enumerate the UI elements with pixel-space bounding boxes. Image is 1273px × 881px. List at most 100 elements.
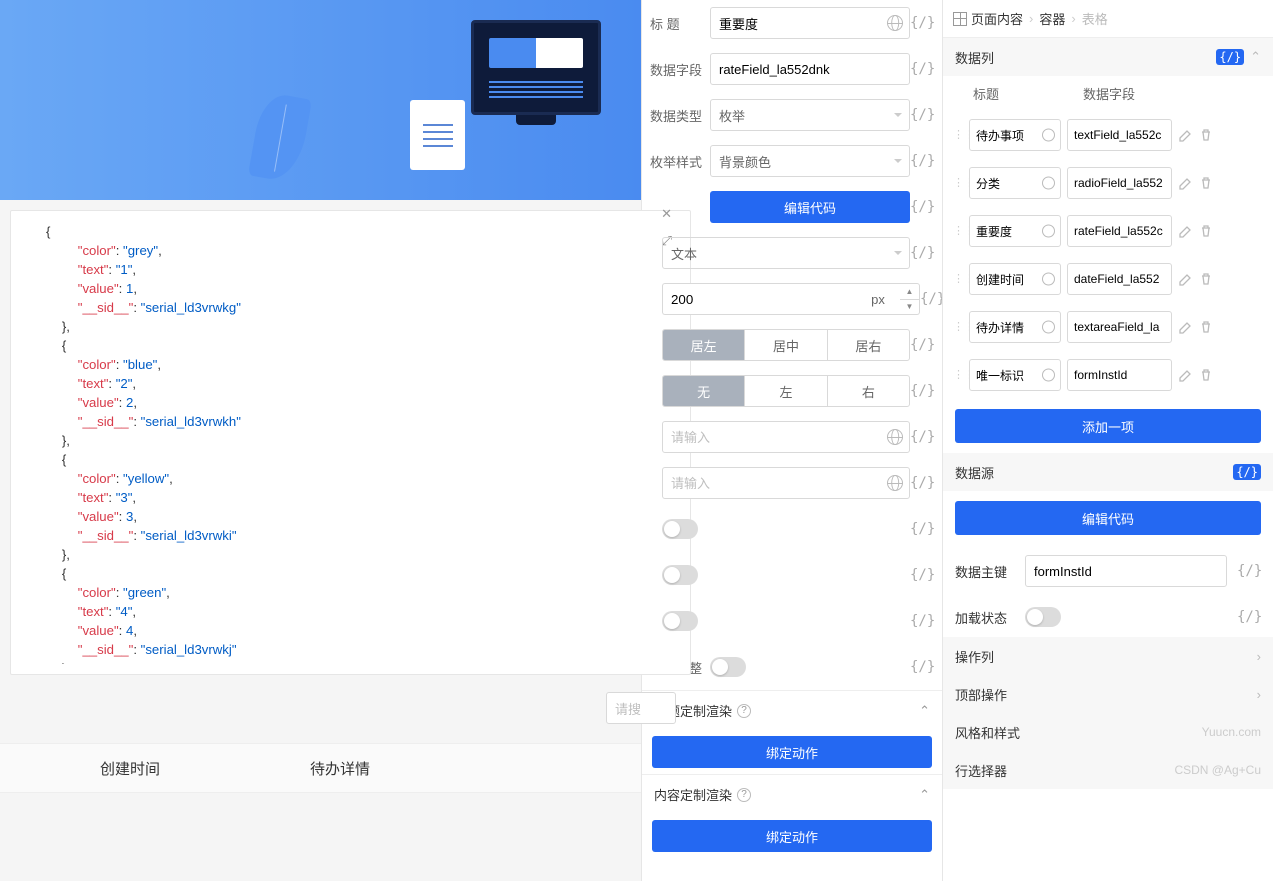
- table-search-input[interactable]: 请搜: [606, 692, 676, 724]
- edit-icon[interactable]: [1178, 175, 1194, 191]
- data-field-input[interactable]: [710, 53, 910, 85]
- stepper-down-icon[interactable]: ▼: [900, 300, 919, 315]
- col-field-input[interactable]: [1067, 215, 1172, 247]
- section-content-render[interactable]: 内容定制渲染 ? ⌃: [642, 774, 942, 814]
- edit-icon[interactable]: [1178, 223, 1194, 239]
- fx-toggle[interactable]: {/}: [910, 61, 934, 77]
- col-width-toggle[interactable]: [710, 657, 746, 677]
- col-header-created: 创建时间: [100, 758, 160, 779]
- globe-icon[interactable]: [1042, 129, 1055, 142]
- edit-icon[interactable]: [1178, 271, 1194, 287]
- pk-input[interactable]: [1025, 555, 1227, 587]
- section-title-render[interactable]: 标题定制渲染 ? ⌃: [642, 690, 942, 730]
- delete-icon[interactable]: [1198, 223, 1214, 239]
- bind-action-button-2[interactable]: 绑定动作: [652, 820, 932, 852]
- align-left[interactable]: 居左: [663, 330, 745, 360]
- fx-toggle[interactable]: {/}: [910, 659, 934, 675]
- fx-toggle[interactable]: {/}: [910, 15, 934, 31]
- toggle-1[interactable]: [662, 519, 698, 539]
- row-selector-section[interactable]: 行选择器 CSDN @Ag+Cu: [943, 751, 1273, 789]
- fx-toggle[interactable]: {/}: [910, 521, 934, 537]
- width-input[interactable]: px ▲▼: [662, 283, 920, 315]
- fx-toggle[interactable]: {/}: [910, 567, 934, 583]
- fx-toggle[interactable]: {/}: [910, 475, 934, 491]
- help-icon[interactable]: ?: [737, 788, 751, 802]
- delete-icon[interactable]: [1198, 271, 1214, 287]
- style-section[interactable]: 风格和样式 Yuucn.com: [943, 713, 1273, 751]
- text-type-select[interactable]: 文本: [662, 237, 910, 269]
- breadcrumb-container[interactable]: 容器: [1039, 9, 1065, 28]
- globe-icon[interactable]: [1042, 321, 1055, 334]
- globe-icon[interactable]: [887, 429, 903, 445]
- globe-icon[interactable]: [1042, 369, 1055, 382]
- top-op-section[interactable]: 顶部操作›: [943, 675, 1273, 713]
- chevron-down-icon: [894, 113, 902, 121]
- fx-toggle[interactable]: {/}: [910, 153, 934, 169]
- data-type-select[interactable]: 枚举: [710, 99, 910, 131]
- lock-segment[interactable]: 无 左 右: [662, 375, 910, 407]
- enum-style-select[interactable]: 背景颜色: [710, 145, 910, 177]
- lock-left[interactable]: 左: [745, 376, 827, 406]
- fx-toggle[interactable]: {/}: [1237, 563, 1261, 579]
- title-input[interactable]: [710, 7, 910, 39]
- align-right[interactable]: 居右: [828, 330, 909, 360]
- drag-handle-icon[interactable]: ⋮⋮: [953, 372, 963, 378]
- fx-chip[interactable]: {/}: [1233, 464, 1261, 480]
- op-col-section[interactable]: 操作列›: [943, 637, 1273, 675]
- fx-toggle[interactable]: {/}: [910, 199, 934, 215]
- col-field-input[interactable]: [1067, 119, 1172, 151]
- delete-icon[interactable]: [1198, 127, 1214, 143]
- globe-icon[interactable]: [1042, 177, 1055, 190]
- edit-icon[interactable]: [1178, 127, 1194, 143]
- align-center[interactable]: 居中: [745, 330, 827, 360]
- unit-selector[interactable]: px: [856, 283, 900, 315]
- fx-toggle[interactable]: {/}: [910, 245, 934, 261]
- edit-code-button-2[interactable]: 编辑代码: [955, 501, 1261, 535]
- fx-toggle[interactable]: {/}: [910, 107, 934, 123]
- edit-icon[interactable]: [1178, 319, 1194, 335]
- lock-right[interactable]: 右: [828, 376, 909, 406]
- globe-icon[interactable]: [1042, 273, 1055, 286]
- drag-handle-icon[interactable]: ⋮⋮: [953, 276, 963, 282]
- delete-icon[interactable]: [1198, 175, 1214, 191]
- data-source-section[interactable]: 数据源 {/}: [943, 453, 1273, 491]
- drag-handle-icon[interactable]: ⋮⋮: [953, 132, 963, 138]
- delete-icon[interactable]: [1198, 319, 1214, 335]
- fx-toggle[interactable]: {/}: [910, 429, 934, 445]
- lock-none[interactable]: 无: [663, 376, 745, 406]
- close-icon[interactable]: ✕: [661, 206, 672, 222]
- bind-action-button[interactable]: 绑定动作: [652, 736, 932, 768]
- globe-icon[interactable]: [887, 15, 903, 31]
- add-item-button[interactable]: 添加一项: [955, 409, 1261, 443]
- drag-handle-icon[interactable]: ⋮⋮: [953, 180, 963, 186]
- load-state-toggle[interactable]: [1025, 607, 1061, 627]
- text-input-2[interactable]: [662, 467, 910, 499]
- drag-handle-icon[interactable]: ⋮⋮: [953, 228, 963, 234]
- col-field-input[interactable]: [1067, 167, 1172, 199]
- fx-toggle[interactable]: {/}: [1237, 609, 1261, 625]
- globe-icon[interactable]: [887, 475, 903, 491]
- text-input-1[interactable]: [662, 421, 910, 453]
- fx-toggle[interactable]: {/}: [920, 291, 943, 307]
- align-segment[interactable]: 居左 居中 居右: [662, 329, 910, 361]
- breadcrumb-page-content[interactable]: 页面内容: [953, 9, 1023, 28]
- help-icon[interactable]: ?: [737, 704, 751, 718]
- fx-toggle[interactable]: {/}: [910, 383, 934, 399]
- edit-code-button[interactable]: 编辑代码: [710, 191, 910, 223]
- col-field-input[interactable]: [1067, 263, 1172, 295]
- data-columns-section[interactable]: 数据列 {/} ⌃: [943, 38, 1273, 76]
- fx-chip[interactable]: {/}: [1216, 49, 1244, 65]
- code-body[interactable]: { "color": "grey", "text": "1", "value":…: [46, 223, 670, 664]
- edit-icon[interactable]: [1178, 367, 1194, 383]
- toggle-2[interactable]: [662, 565, 698, 585]
- fx-toggle[interactable]: {/}: [910, 613, 934, 629]
- fx-toggle[interactable]: {/}: [910, 337, 934, 353]
- delete-icon[interactable]: [1198, 367, 1214, 383]
- drag-handle-icon[interactable]: ⋮⋮: [953, 324, 963, 330]
- globe-icon[interactable]: [1042, 225, 1055, 238]
- col-field-input[interactable]: [1067, 311, 1172, 343]
- width-number[interactable]: [662, 283, 856, 315]
- stepper-up-icon[interactable]: ▲: [900, 284, 919, 300]
- toggle-3[interactable]: [662, 611, 698, 631]
- col-field-input[interactable]: [1067, 359, 1172, 391]
